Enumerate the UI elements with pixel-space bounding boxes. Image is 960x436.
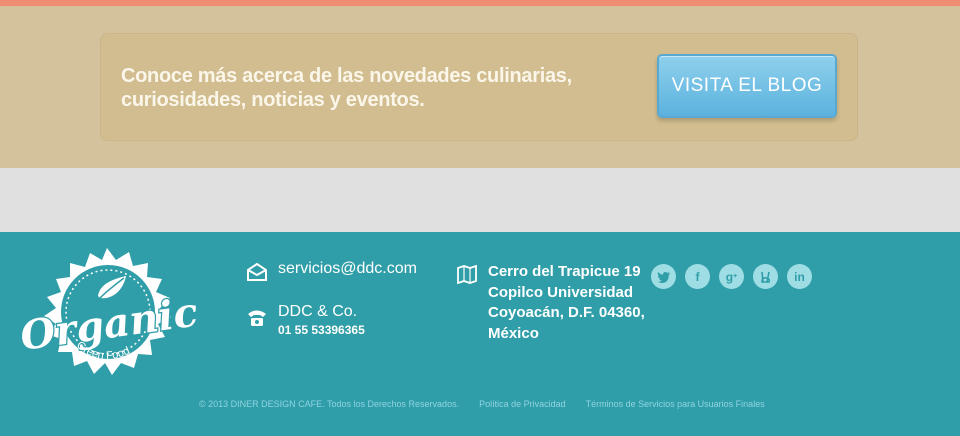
- visit-blog-button[interactable]: VISITA EL BLOG: [657, 54, 837, 118]
- promo-line-2: curiosidades, noticias y eventos.: [121, 89, 425, 111]
- phone-number[interactable]: 01 55 53396365: [278, 322, 365, 338]
- twitter-icon[interactable]: [651, 264, 676, 289]
- email-contact[interactable]: servicios@ddc.com: [246, 260, 417, 282]
- legal-bar: © 2013 DINER DESIGN CAFE. Todos los Dere…: [199, 399, 765, 409]
- email-link[interactable]: servicios@ddc.com: [278, 260, 417, 278]
- address-line-2: Copilco Universidad: [488, 283, 634, 301]
- peace-icon[interactable]: [753, 264, 778, 289]
- address-line-3: Coyoacán, D.F. 04360,: [488, 304, 645, 321]
- linkedin-icon[interactable]: in: [787, 264, 812, 289]
- company-contact: DDC & Co. 01 55 53396365: [246, 302, 365, 338]
- terms-of-service-link[interactable]: Términos de Servicios para Usuarios Fina…: [586, 399, 765, 409]
- organic-green-food-logo[interactable]: Organic Green Food: [14, 246, 200, 392]
- copyright-text: © 2013 DINER DESIGN CAFE. Todos los Dere…: [199, 399, 460, 409]
- facebook-icon[interactable]: f: [685, 264, 710, 289]
- address-line-4: México: [488, 324, 539, 342]
- telephone-icon: [248, 310, 266, 326]
- footer: Organic Green Food servicios@ddc.com DDC…: [0, 232, 960, 436]
- map-icon: [457, 264, 477, 284]
- promo-box: Conoce más acerca de las novedades culin…: [100, 33, 858, 141]
- address-line-1: Cerro del Trapicue 19: [488, 263, 641, 280]
- social-links: f g + in: [651, 264, 812, 289]
- address-contact: Cerro del Trapicue 19 Copilco Universida…: [456, 262, 645, 344]
- envelope-icon: [247, 262, 267, 281]
- googleplus-icon[interactable]: g +: [719, 264, 744, 289]
- company-name: DDC & Co.: [278, 303, 358, 320]
- gray-spacer-band: [0, 168, 960, 232]
- promo-text: Conoce más acerca de las novedades culin…: [121, 64, 591, 112]
- privacy-policy-link[interactable]: Política de Privacidad: [479, 399, 566, 409]
- promo-line-1: Conoce más acerca de las novedades culin…: [121, 65, 572, 87]
- promo-band: Conoce más acerca de las novedades culin…: [0, 6, 960, 168]
